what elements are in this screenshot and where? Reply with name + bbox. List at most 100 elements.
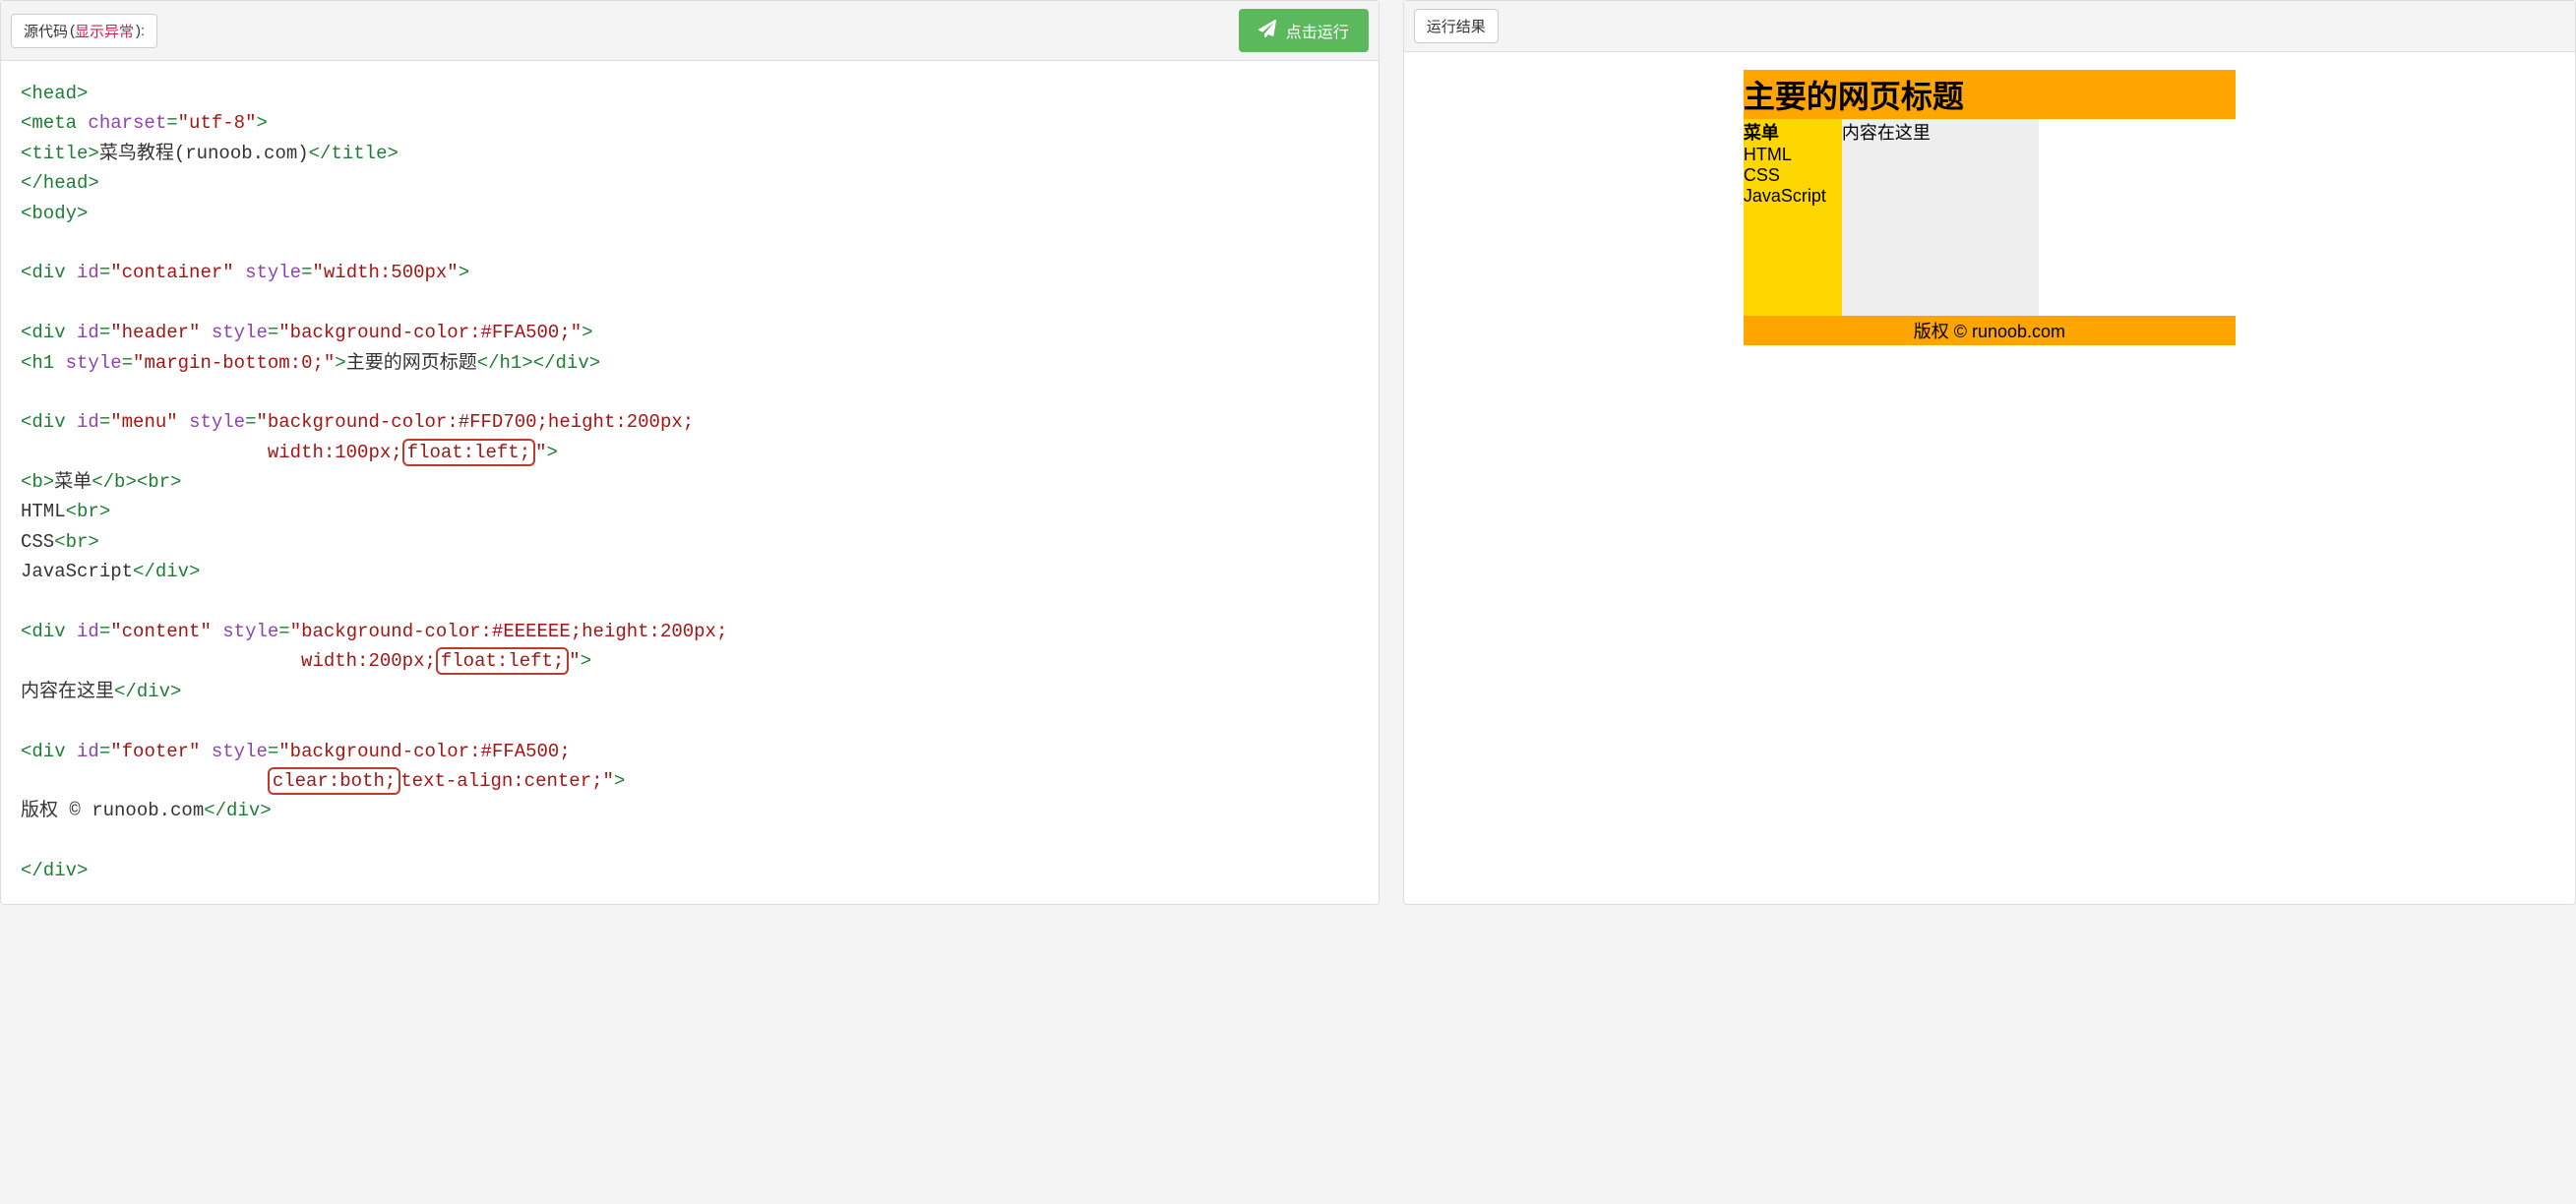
code-token: 菜单 — [54, 471, 92, 493]
code-token: 菜鸟教程(runoob.com) — [99, 143, 309, 164]
code-token: "content" — [110, 621, 212, 642]
code-token: = — [268, 741, 278, 762]
code-token: style — [189, 411, 245, 433]
code-token: " — [535, 442, 546, 463]
code-token: = — [99, 322, 110, 343]
code-token: style — [245, 262, 301, 283]
code-token: </head> — [21, 172, 99, 194]
code-token: = — [166, 112, 177, 134]
code-token: 主要的网页标题 — [346, 352, 477, 374]
code-token: width:200px; — [21, 650, 436, 672]
code-token: > — [581, 650, 591, 672]
code-token: "background-color:#EEEEEE;height:200px; — [290, 621, 728, 642]
code-token: = — [122, 352, 133, 374]
code-token: = — [301, 262, 312, 283]
source-label-button[interactable]: 源代码 (显示异常): — [11, 14, 157, 48]
code-token: </title> — [309, 143, 399, 164]
code-token: " — [569, 650, 580, 672]
preview-menu: 菜单 HTML CSS JavaScript — [1744, 119, 1842, 316]
code-token: HTML — [21, 501, 66, 522]
code-token: float:left; — [407, 442, 530, 463]
code-token: "footer" — [110, 741, 200, 762]
code-token: </b> — [92, 471, 137, 493]
code-token: "menu" — [110, 411, 177, 433]
code-token: </div> — [133, 561, 200, 582]
source-panel: 源代码 (显示异常): 点击运行 <head> <meta charset="u… — [0, 0, 1380, 905]
code-token: <div — [21, 322, 66, 343]
code-token: style — [222, 621, 278, 642]
code-token: "background-color:#FFA500;" — [278, 322, 582, 343]
code-token: > — [614, 770, 625, 792]
code-token: 版权 © runoob.com — [21, 800, 204, 821]
code-token: float:left; — [441, 650, 564, 672]
code-token: "header" — [110, 322, 200, 343]
code-token: <div — [21, 262, 66, 283]
code-token: <div — [21, 411, 66, 433]
code-token: <h1 — [21, 352, 54, 374]
code-token: "background-color:#FFA500; — [278, 741, 570, 762]
code-token: = — [278, 621, 289, 642]
code-token: clear:both; — [273, 770, 396, 792]
code-token: </div> — [21, 860, 88, 881]
code-token: id — [77, 322, 99, 343]
preview-menu-item: JavaScript — [1744, 186, 1826, 206]
code-token: </div> — [533, 352, 600, 374]
code-token: style — [66, 352, 122, 374]
code-token: </h1> — [477, 352, 533, 374]
preview-content: 内容在这里 — [1842, 119, 2039, 316]
code-token: <br> — [66, 501, 111, 522]
code-token: </div> — [114, 681, 181, 702]
code-token: text-align:center;" — [400, 770, 614, 792]
code-token: = — [99, 741, 110, 762]
preview-container: 主要的网页标题 菜单 HTML CSS JavaScript 内容在这里 版权 … — [1744, 70, 2236, 345]
source-panel-header: 源代码 (显示异常): 点击运行 — [1, 1, 1379, 61]
code-token: = — [99, 411, 110, 433]
code-token: CSS — [21, 531, 54, 553]
result-panel: 运行结果 主要的网页标题 菜单 HTML CSS JavaScript 内容在这… — [1403, 0, 2576, 905]
highlight-float-left-2: float:left; — [436, 647, 569, 675]
colon: : — [141, 23, 145, 39]
paper-plane-icon — [1258, 20, 1276, 42]
code-token: "margin-bottom:0;" — [133, 352, 335, 374]
code-token: = — [99, 621, 110, 642]
code-editor-area[interactable]: <head> <meta charset="utf-8"> <title>菜鸟教… — [1, 61, 1379, 904]
editor-wrapper: 源代码 (显示异常): 点击运行 <head> <meta charset="u… — [0, 0, 2576, 905]
result-label-button[interactable]: 运行结果 — [1414, 9, 1499, 43]
preview-header: 主要的网页标题 — [1744, 70, 2236, 119]
preview-area: 主要的网页标题 菜单 HTML CSS JavaScript 内容在这里 版权 … — [1404, 52, 2575, 904]
preview-menu-item: CSS — [1744, 165, 1780, 185]
result-label-text: 运行结果 — [1427, 16, 1486, 36]
code-token: > — [335, 352, 345, 374]
code-token: <b> — [21, 471, 54, 493]
code-token: <div — [21, 741, 66, 762]
code-token: id — [77, 621, 99, 642]
code-token: > — [256, 112, 267, 134]
code-token: "background-color:#FFD700;height:200px; — [256, 411, 694, 433]
code-token: <br> — [137, 471, 182, 493]
code-token: 内容在这里 — [21, 681, 114, 702]
code-token: JavaScript — [21, 561, 133, 582]
highlight-float-left-1: float:left; — [402, 439, 535, 466]
code-token: style — [212, 741, 268, 762]
code-token: width:100px; — [21, 442, 402, 463]
preview-menu-item: HTML — [1744, 145, 1792, 164]
preview-title: 主要的网页标题 — [1744, 70, 2236, 119]
code-token: meta — [31, 112, 77, 134]
result-panel-header: 运行结果 — [1404, 1, 2575, 52]
code-token: = — [268, 322, 278, 343]
code-token: id — [77, 741, 99, 762]
code-token: <head> — [21, 83, 88, 104]
show-exception-link[interactable]: 显示异常 — [75, 21, 134, 41]
code-token: < — [21, 112, 31, 134]
source-label-text: 源代码 — [24, 21, 68, 41]
code-token: style — [212, 322, 268, 343]
code-token: id — [77, 262, 99, 283]
preview-menu-label: 菜单 — [1744, 123, 1779, 143]
highlight-clear-both: clear:both; — [268, 767, 400, 795]
code-token: > — [547, 442, 558, 463]
code-token: "utf-8" — [178, 112, 257, 134]
run-button[interactable]: 点击运行 — [1239, 9, 1369, 52]
code-token: <br> — [54, 531, 99, 553]
code-token: "width:500px" — [312, 262, 458, 283]
preview-footer: 版权 © runoob.com — [1744, 316, 2236, 345]
